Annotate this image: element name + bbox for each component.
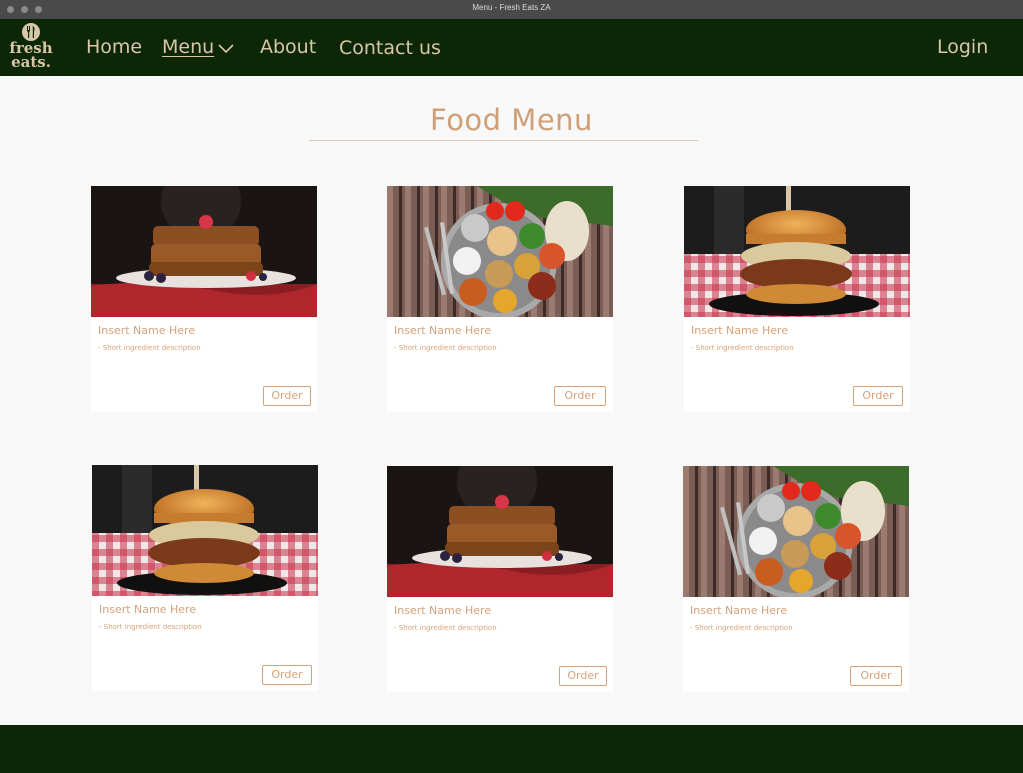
nav-about-link[interactable]: About bbox=[260, 36, 316, 58]
french-toast-image bbox=[91, 186, 317, 317]
menu-card: Insert Name Here - Short ingredient desc… bbox=[387, 186, 613, 412]
menu-item-name: Insert Name Here bbox=[394, 324, 492, 337]
page-title: Food Menu bbox=[430, 103, 593, 137]
menu-card: Insert Name Here - Short ingredient desc… bbox=[92, 465, 318, 691]
nav-menu-dropdown[interactable]: Menu bbox=[162, 36, 234, 59]
nav-home-label: Home bbox=[86, 36, 143, 58]
nav-home-link[interactable]: Home bbox=[86, 36, 142, 58]
menu-item-name: Insert Name Here bbox=[394, 604, 492, 617]
french-toast-image bbox=[387, 466, 613, 597]
nav-about-label: About bbox=[260, 36, 317, 58]
menu-card: Insert Name Here - Short ingredient desc… bbox=[91, 186, 317, 412]
menu-item-description: - Short ingredient description bbox=[690, 624, 793, 632]
pulled-pork-burger-image bbox=[92, 465, 318, 596]
fresh-eats-logo[interactable]: fresh eats. bbox=[8, 23, 54, 73]
chevron-down-icon bbox=[218, 37, 234, 59]
menu-card: Insert Name Here - Short ingredient desc… bbox=[684, 186, 910, 412]
window-title: Menu - Fresh Eats ZA bbox=[472, 3, 551, 12]
thali-platter-image bbox=[683, 466, 909, 597]
menu-item-name: Insert Name Here bbox=[691, 324, 789, 337]
menu-item-name: Insert Name Here bbox=[99, 603, 197, 616]
menu-item-description: - Short ingredient description bbox=[691, 344, 794, 352]
menu-item-description: - Short ingredient description bbox=[394, 344, 497, 352]
nav-contact-link[interactable]: Contact us bbox=[339, 37, 441, 59]
page-footer bbox=[0, 725, 1023, 773]
order-button[interactable]: Order bbox=[559, 666, 607, 686]
menu-item-description: - Short ingredient description bbox=[99, 623, 202, 631]
menu-item-name: Insert Name Here bbox=[690, 604, 788, 617]
top-navigation-bar: fresh eats. Home Menu About Contact us L… bbox=[0, 19, 1023, 76]
title-divider bbox=[309, 140, 698, 141]
logo-text-eats: eats. bbox=[11, 53, 51, 71]
fork-knife-icon bbox=[22, 23, 40, 41]
nav-contact-label: Contact us bbox=[339, 37, 441, 59]
window-titlebar: Menu - Fresh Eats ZA bbox=[0, 0, 1023, 19]
menu-item-name: Insert Name Here bbox=[98, 324, 196, 337]
order-button[interactable]: Order bbox=[853, 386, 903, 406]
order-button[interactable]: Order bbox=[262, 665, 312, 685]
order-button[interactable]: Order bbox=[850, 666, 902, 686]
menu-card: Insert Name Here - Short ingredient desc… bbox=[387, 466, 613, 692]
menu-item-description: - Short ingredient description bbox=[98, 344, 201, 352]
main-content: Food Menu Insert Name Here - Short ingre… bbox=[0, 76, 1023, 724]
menu-card: Insert Name Here - Short ingredient desc… bbox=[683, 466, 909, 692]
pulled-pork-burger-image bbox=[684, 186, 910, 317]
menu-item-description: - Short ingredient description bbox=[394, 624, 497, 632]
thali-platter-image bbox=[387, 186, 613, 317]
nav-menu-label: Menu bbox=[162, 36, 215, 58]
order-button[interactable]: Order bbox=[263, 386, 311, 406]
login-link[interactable]: Login bbox=[937, 36, 988, 58]
order-button[interactable]: Order bbox=[554, 386, 606, 406]
login-label: Login bbox=[937, 36, 989, 58]
